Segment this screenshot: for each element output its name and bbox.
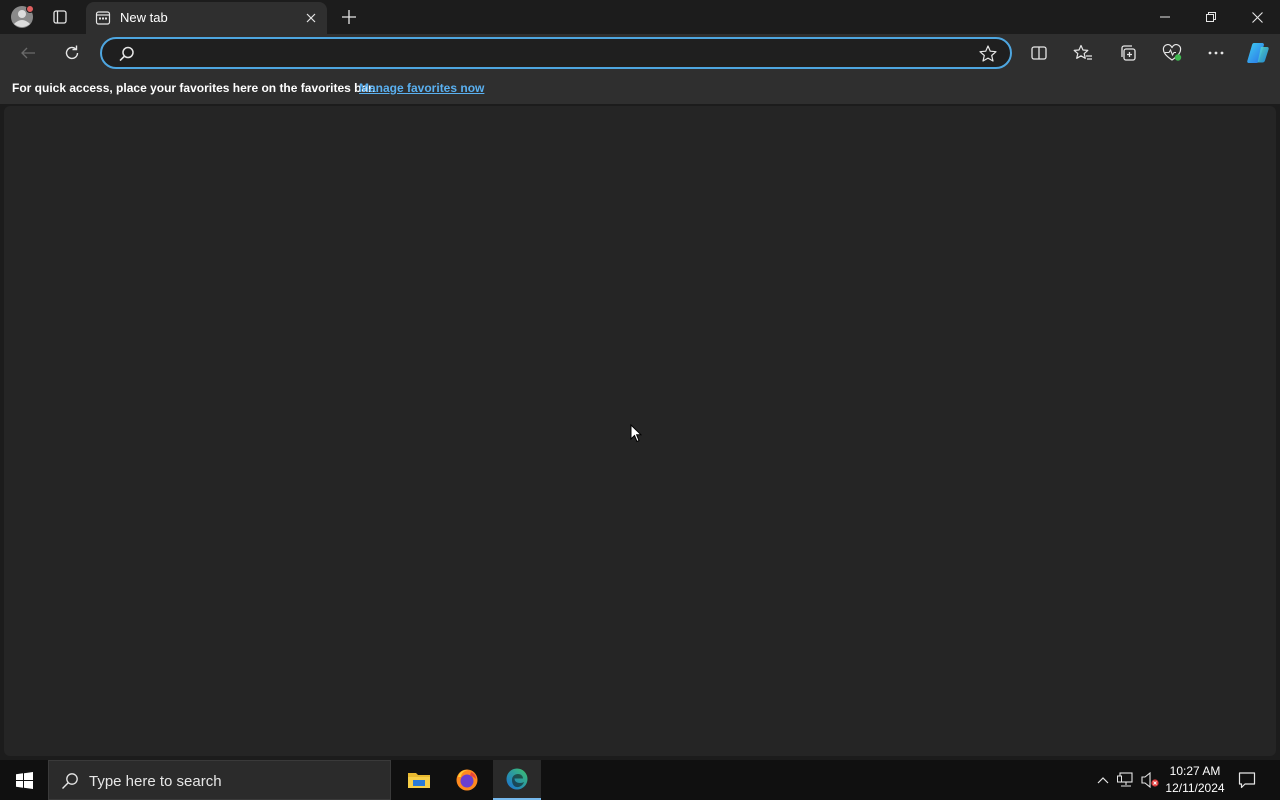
windows-logo-icon (15, 771, 33, 789)
notification-center-button[interactable] (1232, 768, 1262, 792)
browser-essentials-button[interactable] (1156, 38, 1188, 68)
close-icon (1251, 11, 1263, 23)
copilot-icon (1247, 43, 1269, 63)
volume-tray-button[interactable] (1140, 770, 1160, 790)
start-button[interactable] (0, 760, 48, 800)
clock-date: 12/11/2024 (1165, 781, 1225, 795)
ellipsis-icon (1208, 51, 1224, 55)
address-input[interactable] (146, 42, 966, 66)
arrow-left-icon (21, 47, 35, 59)
show-hidden-icons-button[interactable] (1093, 770, 1113, 790)
tab-title: New tab (120, 10, 168, 25)
taskbar-app-edge[interactable] (493, 760, 541, 800)
profile-button[interactable] (8, 4, 36, 30)
restore-icon (1206, 12, 1216, 22)
close-icon (306, 13, 316, 23)
firefox-icon (456, 769, 478, 791)
refresh-icon (65, 45, 79, 60)
tab-actions-button[interactable] (46, 4, 74, 30)
taskbar-search-placeholder: Type here to search (89, 773, 222, 790)
notification-icon (1238, 772, 1256, 789)
favorites-bar-message: For quick access, place your favorites h… (12, 81, 376, 95)
tab-new-tab[interactable]: New tab (86, 2, 327, 34)
taskbar: Type here to search 10:27 AM 12/11/2024 (0, 760, 1280, 800)
clock-time: 10:27 AM (1169, 764, 1221, 778)
restore-button[interactable] (1188, 0, 1234, 34)
copilot-button[interactable] (1242, 38, 1274, 68)
profile-icon (11, 5, 34, 28)
taskbar-app-file-explorer[interactable] (395, 760, 443, 800)
tab-actions-icon (53, 10, 67, 24)
tab-close-button[interactable] (301, 8, 321, 28)
settings-and-more-button[interactable] (1200, 38, 1232, 68)
split-screen-icon (1031, 46, 1047, 60)
collections-button[interactable] (1112, 38, 1144, 68)
edge-icon (506, 768, 528, 790)
mouse-cursor-icon (630, 424, 642, 443)
back-button[interactable] (12, 38, 44, 68)
taskbar-app-firefox[interactable] (443, 760, 491, 800)
split-screen-button[interactable] (1023, 38, 1055, 68)
favorites-bar: For quick access, place your favorites h… (0, 72, 1280, 104)
collections-icon (1121, 45, 1136, 61)
refresh-button[interactable] (56, 38, 88, 68)
plus-icon (342, 10, 356, 24)
new-tab-button[interactable] (336, 4, 362, 30)
favorites-button[interactable] (1067, 38, 1099, 68)
search-icon (62, 773, 78, 789)
network-tray-button[interactable] (1116, 770, 1136, 790)
file-explorer-icon (408, 773, 430, 788)
volume-muted-icon (1141, 772, 1159, 788)
manage-favorites-link[interactable]: Manage favorites now (359, 81, 484, 95)
minimize-button[interactable] (1142, 0, 1188, 34)
search-icon (119, 46, 134, 62)
network-icon (1117, 772, 1133, 787)
heart-pulse-icon (1162, 44, 1182, 61)
taskbar-search-box[interactable]: Type here to search (48, 760, 391, 800)
navigation-toolbar (0, 34, 1280, 72)
address-bar[interactable] (100, 37, 1012, 69)
title-bar: New tab (0, 0, 1280, 34)
close-window-button[interactable] (1234, 0, 1280, 34)
minimize-icon (1160, 16, 1170, 18)
taskbar-clock[interactable]: 10:27 AM 12/11/2024 (1160, 763, 1230, 797)
new-tab-page-icon (95, 11, 111, 25)
star-icon[interactable] (978, 44, 998, 64)
favorites-icon (1073, 44, 1092, 60)
chevron-up-icon (1097, 777, 1109, 784)
